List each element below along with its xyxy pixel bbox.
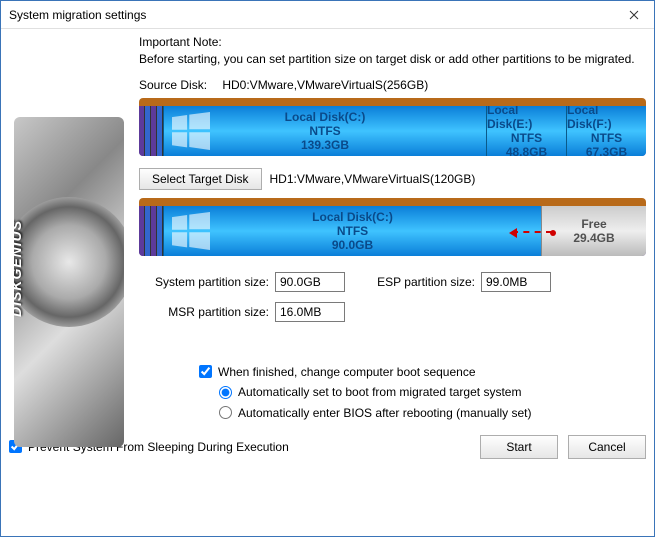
partition-name: Local Disk(C:) — [312, 210, 393, 224]
partition-name: Local Disk(C:) — [285, 110, 366, 124]
partition-name: Local Disk(E:) — [487, 103, 566, 131]
system-partition-size-input[interactable] — [275, 272, 345, 292]
window-title: System migration settings — [9, 8, 146, 22]
partition-size: 90.0GB — [332, 238, 373, 252]
msr-partition-size-input[interactable] — [275, 302, 345, 322]
target-disk-value: HD1:VMware,VMwareVirtualS(120GB) — [270, 172, 476, 186]
change-boot-sequence-label: When finished, change computer boot sequ… — [218, 362, 476, 382]
change-boot-sequence-checkbox[interactable]: When finished, change computer boot sequ… — [199, 362, 646, 382]
close-button[interactable] — [614, 1, 654, 29]
cancel-button[interactable]: Cancel — [568, 435, 646, 459]
sidebar-image: DISKGENIUS — [9, 35, 129, 528]
msr-partition-size-label: MSR partition size: — [139, 305, 269, 319]
auto-boot-radio[interactable]: Automatically set to boot from migrated … — [219, 382, 646, 402]
system-partition-size-label: System partition size: — [139, 275, 269, 289]
close-icon — [629, 10, 639, 20]
hard-drive-illustration: DISKGENIUS — [14, 117, 124, 447]
enter-bios-label: Automatically enter BIOS after rebooting… — [238, 403, 531, 423]
auto-boot-input[interactable] — [219, 386, 232, 399]
enter-bios-radio[interactable]: Automatically enter BIOS after rebooting… — [219, 403, 646, 423]
target-disk-bar[interactable]: Local Disk(C:) NTFS 90.0GB Free 29.4GB — [139, 198, 646, 256]
free-label: Free — [581, 217, 606, 231]
partition-size: 139.3GB — [301, 138, 349, 152]
change-boot-sequence-input[interactable] — [199, 365, 212, 378]
partition-name: Local Disk(F:) — [567, 103, 646, 131]
brand-label: DISKGENIUS — [14, 219, 24, 316]
source-disk-label: Source Disk: — [139, 78, 219, 92]
partition-fs: NTFS — [591, 131, 622, 145]
esp-partition-size-input[interactable] — [481, 272, 551, 292]
partition-fs: NTFS — [337, 224, 368, 238]
free-size: 29.4GB — [573, 231, 614, 245]
partition-e[interactable]: Local Disk(E:) NTFS 48.8GB — [486, 106, 566, 156]
auto-boot-label: Automatically set to boot from migrated … — [238, 382, 521, 402]
partition-fs: NTFS — [309, 124, 340, 138]
source-disk-bar[interactable]: Local Disk(C:) NTFS 139.3GB Local Disk(E… — [139, 98, 646, 156]
free-space[interactable]: Free 29.4GB — [541, 206, 646, 256]
source-disk-value: HD0:VMware,VMwareVirtualS(256GB) — [222, 78, 428, 92]
start-button[interactable]: Start — [480, 435, 558, 459]
note-heading: Important Note: — [139, 35, 646, 49]
enter-bios-input[interactable] — [219, 406, 232, 419]
target-partition-c[interactable]: Local Disk(C:) NTFS 90.0GB — [163, 206, 541, 256]
partition-fs: NTFS — [511, 131, 542, 145]
select-target-disk-button[interactable]: Select Target Disk — [139, 168, 262, 190]
partition-c[interactable]: Local Disk(C:) NTFS 139.3GB — [163, 106, 486, 156]
resize-arrow-icon — [512, 231, 552, 233]
esp-partition-size-label: ESP partition size: — [365, 275, 475, 289]
partition-f[interactable]: Local Disk(F:) NTFS 67.3GB — [566, 106, 646, 156]
partition-size: 67.3GB — [586, 145, 627, 156]
partition-size: 48.8GB — [506, 145, 547, 156]
note-text: Before starting, you can set partition s… — [139, 51, 646, 68]
